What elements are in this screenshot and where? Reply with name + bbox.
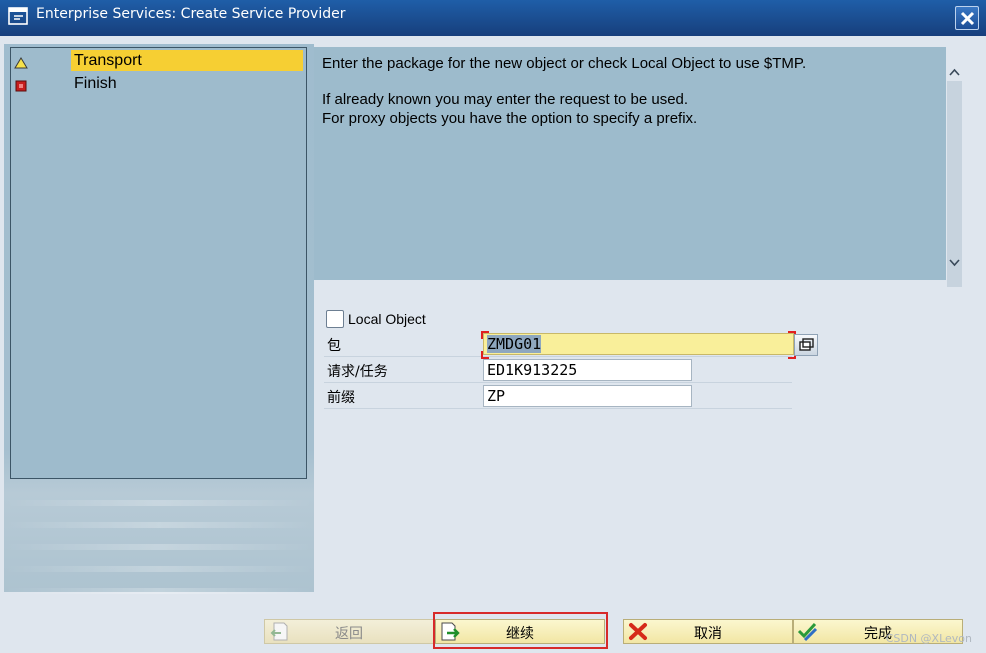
back-button-label: 返回 <box>335 626 363 642</box>
help-text-line: For proxy objects you have the option to… <box>322 110 698 127</box>
package-value: ZMDG01 <box>487 335 542 353</box>
scroll-up-icon[interactable] <box>949 63 960 76</box>
close-icon <box>960 11 975 26</box>
cancel-button-label: 取消 <box>694 626 722 642</box>
prefix-input[interactable]: ZP <box>483 385 692 407</box>
wizard-step-list: Transport Finish <box>10 47 307 479</box>
step-label-transport: Transport <box>71 50 303 71</box>
package-input[interactable]: ZMDG01 <box>483 333 794 355</box>
title-bar: Enterprise Services: Create Service Prov… <box>0 0 986 36</box>
value-help-icon <box>799 338 814 351</box>
request-label: 请求/任务 <box>327 364 388 380</box>
local-object-label: Local Object <box>348 311 426 327</box>
prefix-label: 前缀 <box>327 390 355 406</box>
window-title: Enterprise Services: Create Service Prov… <box>36 6 346 22</box>
warning-triangle-icon <box>14 54 28 69</box>
close-window-button[interactable] <box>955 6 979 30</box>
cancel-button[interactable]: 取消 <box>623 619 793 644</box>
window-app-icon <box>8 7 28 25</box>
help-text-line: Enter the package for the new object or … <box>322 55 807 72</box>
step-item-finish[interactable]: Finish <box>11 73 306 94</box>
step-item-transport[interactable]: Transport <box>11 50 306 71</box>
help-text-panel: Enter the package for the new object or … <box>314 47 946 280</box>
continue-highlight-frame <box>433 612 608 649</box>
back-button[interactable]: 返回 <box>264 619 434 644</box>
watermark-text: CSDN @XLevon <box>885 632 972 645</box>
package-label: 包 <box>327 338 341 354</box>
prefix-value: ZP <box>487 387 506 405</box>
request-value: ED1K913225 <box>487 361 578 379</box>
help-text-line: If already known you may enter the reque… <box>322 91 689 108</box>
package-value-help-button[interactable] <box>794 334 818 356</box>
red-square-icon <box>14 77 28 92</box>
local-object-checkbox[interactable] <box>326 310 344 328</box>
help-scrollbar[interactable] <box>946 47 963 287</box>
request-input[interactable]: ED1K913225 <box>483 359 692 381</box>
step-label-finish: Finish <box>74 75 117 92</box>
scroll-down-icon[interactable] <box>949 252 960 267</box>
required-marker <box>481 331 489 339</box>
